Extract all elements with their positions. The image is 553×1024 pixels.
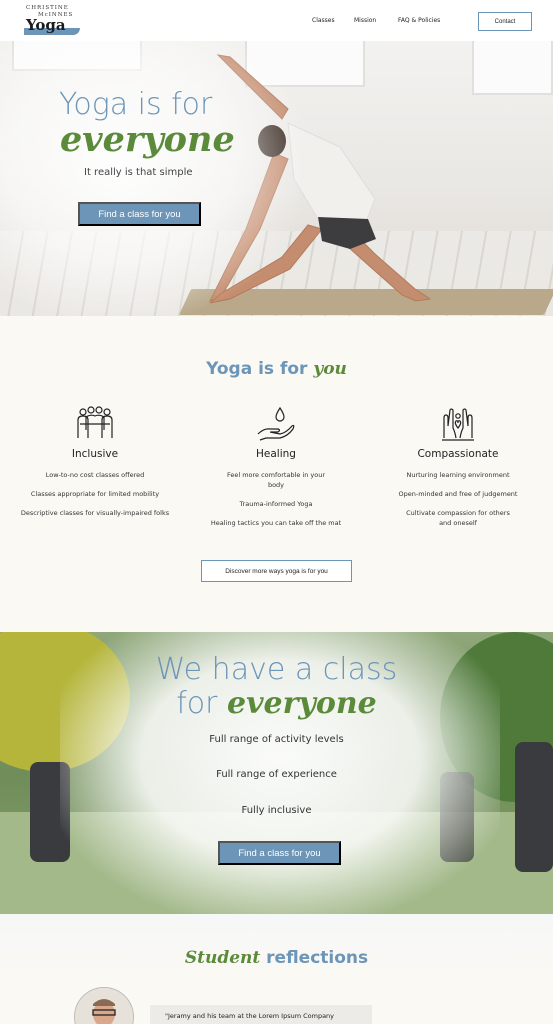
hands-heart-icon [442, 408, 474, 441]
column-item: Healing tactics you can take off the mat [210, 519, 342, 527]
hero-section: Yoga is for everyone It really is that s… [0, 41, 553, 316]
student-reflections-section: Student reflections "Jeramy and his team… [0, 914, 553, 1024]
avatar [74, 987, 134, 1024]
title-emphasis: everyone [227, 686, 377, 721]
section-title-line2: for everyone [0, 686, 553, 721]
avatar-portrait [75, 988, 133, 1024]
section-title: Student reflections [0, 948, 553, 968]
figure-top [287, 122, 376, 225]
section-title-line1: We have a class [155, 652, 398, 687]
column-item: Open-minded and free of judgement [398, 490, 518, 498]
feature-line: Fully inclusive [241, 805, 312, 816]
column-item: Cultivate compassion for others and ones… [406, 509, 510, 527]
class-for-everyone-section: We have a class for everyone Full range … [0, 632, 553, 914]
column-item: Classes appropriate for limited mobility [30, 490, 160, 498]
column-item: Nurturing learning environment [406, 471, 510, 479]
column-heading: Inclusive [71, 448, 119, 460]
title-emphasis: Student [184, 948, 261, 968]
figure-shorts [318, 217, 376, 249]
feature-column-compassionate: Compassionate Nurturing learning environ… [366, 404, 550, 528]
feature-line: Full range of experience [216, 769, 337, 780]
column-heading: Healing [256, 448, 296, 460]
column-item: Descriptive classes for visually-impaire… [20, 509, 170, 517]
quote-text: "Jeramy and his team at the Lorem Ipsum … [165, 1012, 335, 1020]
title-emphasis: you [313, 359, 347, 379]
nav-mission[interactable]: Mission [354, 17, 376, 24]
title-plain: reflections [260, 948, 369, 968]
section-title: Yoga is for you [0, 359, 553, 379]
section-find-class-button[interactable]: Find a class for you [218, 841, 341, 865]
hero-window [472, 41, 553, 95]
feature-line: Full range of activity levels [209, 734, 344, 745]
top-nav: CHRISTINE McINNES Yoga Classes Mission F… [0, 0, 553, 41]
page: CHRISTINE McINNES Yoga Classes Mission F… [0, 0, 553, 1024]
yoga-for-you-section: Yoga is for you Inclusive Low-to-no cost… [0, 316, 553, 632]
title-plain: Yoga is for [206, 359, 314, 379]
logo-line1: CHRISTINE [26, 5, 69, 11]
hero-find-class-button[interactable]: Find a class for you [78, 202, 201, 226]
column-item: Low-to-no cost classes offered [45, 471, 145, 479]
logo[interactable]: CHRISTINE McINNES Yoga [24, 5, 80, 35]
hero-subtitle: It really is that simple [84, 167, 193, 178]
column-heading: Compassionate [417, 448, 499, 460]
nav-classes[interactable]: Classes [312, 17, 335, 24]
title-plain: for [176, 686, 228, 721]
hero-title: Yoga is for [59, 87, 213, 122]
logo-line3: Yoga [26, 16, 66, 34]
hero-haze [0, 41, 300, 316]
contact-button[interactable]: Contact [478, 12, 532, 31]
feature-column-healing: Healing Feel more comfortable in your bo… [184, 404, 368, 528]
group-people-icon [77, 406, 113, 438]
hero-title-emphasis: everyone [60, 119, 235, 160]
discover-more-button[interactable]: Discover more ways yoga is for you [201, 560, 352, 582]
column-item: Trauma-informed Yoga [239, 500, 313, 508]
nav-faq-policies[interactable]: FAQ & Policies [398, 17, 440, 24]
feature-column-inclusive: Inclusive Low-to-no cost classes offered… [3, 404, 187, 518]
column-item: Feel more comfortable in your body [226, 471, 326, 489]
hand-water-drop-icon [257, 406, 295, 441]
